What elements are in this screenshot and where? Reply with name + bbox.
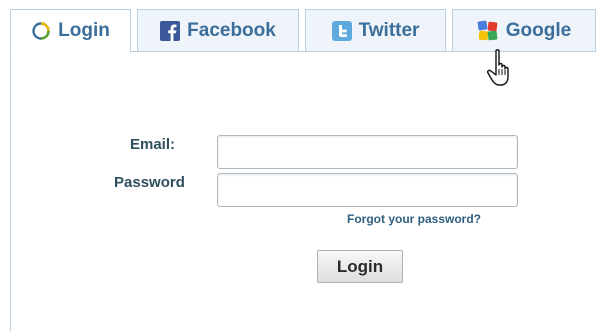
login-button[interactable]: Login xyxy=(317,250,403,283)
tab-google[interactable]: Google xyxy=(452,9,596,51)
login-widget: Login Facebook Twitter Google Email: Pas… xyxy=(0,0,598,331)
tab-login-label: Login xyxy=(58,20,110,41)
password-field[interactable] xyxy=(217,173,518,207)
tab-login[interactable]: Login xyxy=(10,9,131,53)
email-label: Email: xyxy=(130,136,176,153)
auth-tabs: Login Facebook Twitter Google xyxy=(10,9,596,53)
hand-pointer-icon xyxy=(487,48,517,88)
google-icon xyxy=(477,20,499,42)
tab-twitter[interactable]: Twitter xyxy=(305,9,446,51)
login-circle-icon xyxy=(31,21,51,41)
forgot-password-link[interactable]: Forgot your password? xyxy=(347,212,481,226)
facebook-icon xyxy=(160,20,181,41)
tab-twitter-label: Twitter xyxy=(358,19,420,41)
tab-google-label: Google xyxy=(505,19,572,41)
tab-facebook-label: Facebook xyxy=(187,19,276,41)
password-label: Password xyxy=(114,174,185,191)
tab-facebook[interactable]: Facebook xyxy=(137,9,299,51)
email-field[interactable] xyxy=(217,135,518,169)
twitter-icon xyxy=(331,20,352,41)
